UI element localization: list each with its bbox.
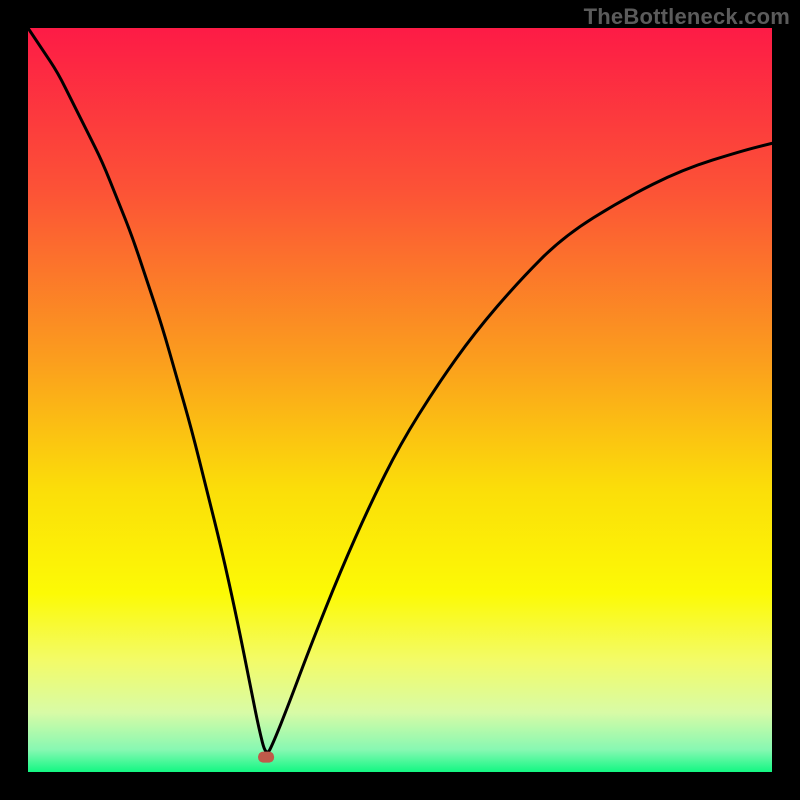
marker-dot [258, 752, 274, 763]
plot-svg [28, 28, 772, 772]
plot-area [28, 28, 772, 772]
gradient-background [28, 28, 772, 772]
watermark-text: TheBottleneck.com [584, 4, 790, 30]
chart-frame: TheBottleneck.com [0, 0, 800, 800]
